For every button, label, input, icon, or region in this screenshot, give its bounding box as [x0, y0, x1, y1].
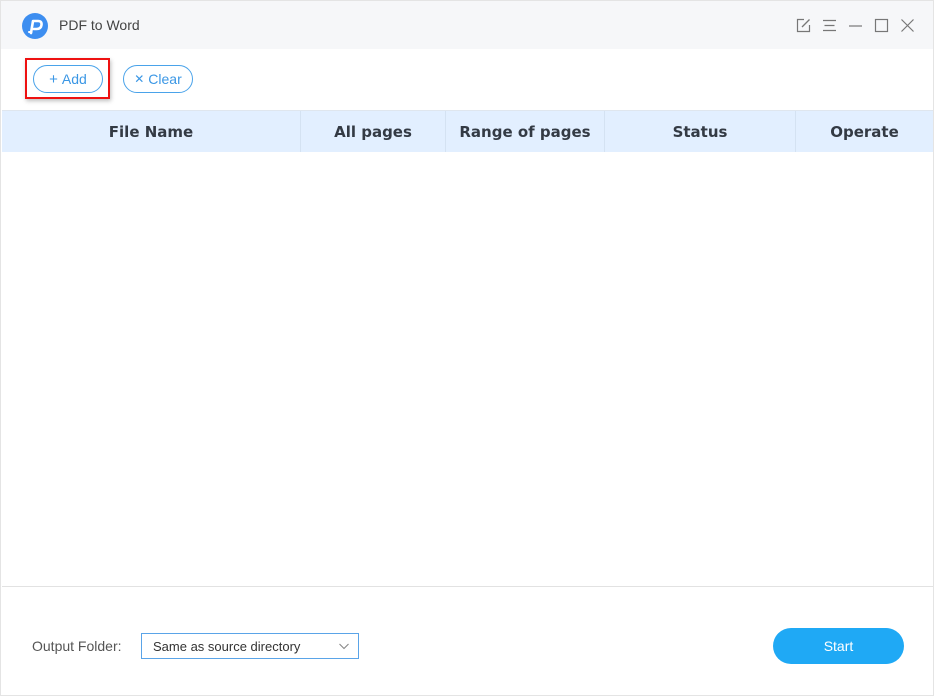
add-button[interactable]: + Add	[33, 65, 103, 93]
output-folder-value: Same as source directory	[153, 638, 301, 654]
clear-label: Clear	[148, 71, 182, 87]
window-controls	[795, 16, 915, 34]
clear-button[interactable]: ✕ Clear	[123, 65, 193, 93]
menu-icon	[822, 19, 836, 31]
footer: Output Folder: Same as source directory …	[2, 587, 933, 695]
add-label: Add	[61, 71, 87, 87]
maximize-icon	[874, 18, 888, 32]
minimize-icon	[848, 24, 862, 27]
title-bar: PDF to Word	[1, 1, 933, 49]
start-button[interactable]: Start	[773, 628, 904, 664]
chevron-down-icon	[339, 643, 349, 650]
maximize-button[interactable]	[873, 16, 889, 34]
close-button[interactable]	[899, 16, 915, 34]
app-logo-icon	[22, 13, 48, 39]
minimize-button[interactable]	[847, 16, 863, 34]
x-icon: ✕	[134, 72, 145, 86]
edit-icon	[796, 18, 810, 32]
file-table-body[interactable]	[2, 152, 933, 586]
column-range-of-pages: Range of pages	[446, 111, 605, 152]
output-folder-select[interactable]: Same as source directory	[141, 633, 359, 659]
column-operate: Operate	[830, 122, 899, 141]
feedback-button[interactable]	[795, 16, 811, 34]
column-status: Status	[605, 111, 796, 152]
column-all-pages: All pages	[301, 111, 446, 152]
menu-button[interactable]	[821, 16, 837, 34]
file-table-header: File Name All pages Range of pages Statu…	[2, 110, 933, 152]
app-title: PDF to Word	[59, 17, 140, 33]
app-window: PDF to Word + Add ✕ Clear File Name All …	[0, 0, 934, 696]
toolbar: + Add ✕ Clear	[1, 49, 933, 109]
column-file-name: File Name	[2, 111, 301, 152]
close-icon	[900, 18, 914, 32]
plus-icon: +	[49, 70, 58, 88]
output-folder-label: Output Folder:	[32, 638, 122, 654]
